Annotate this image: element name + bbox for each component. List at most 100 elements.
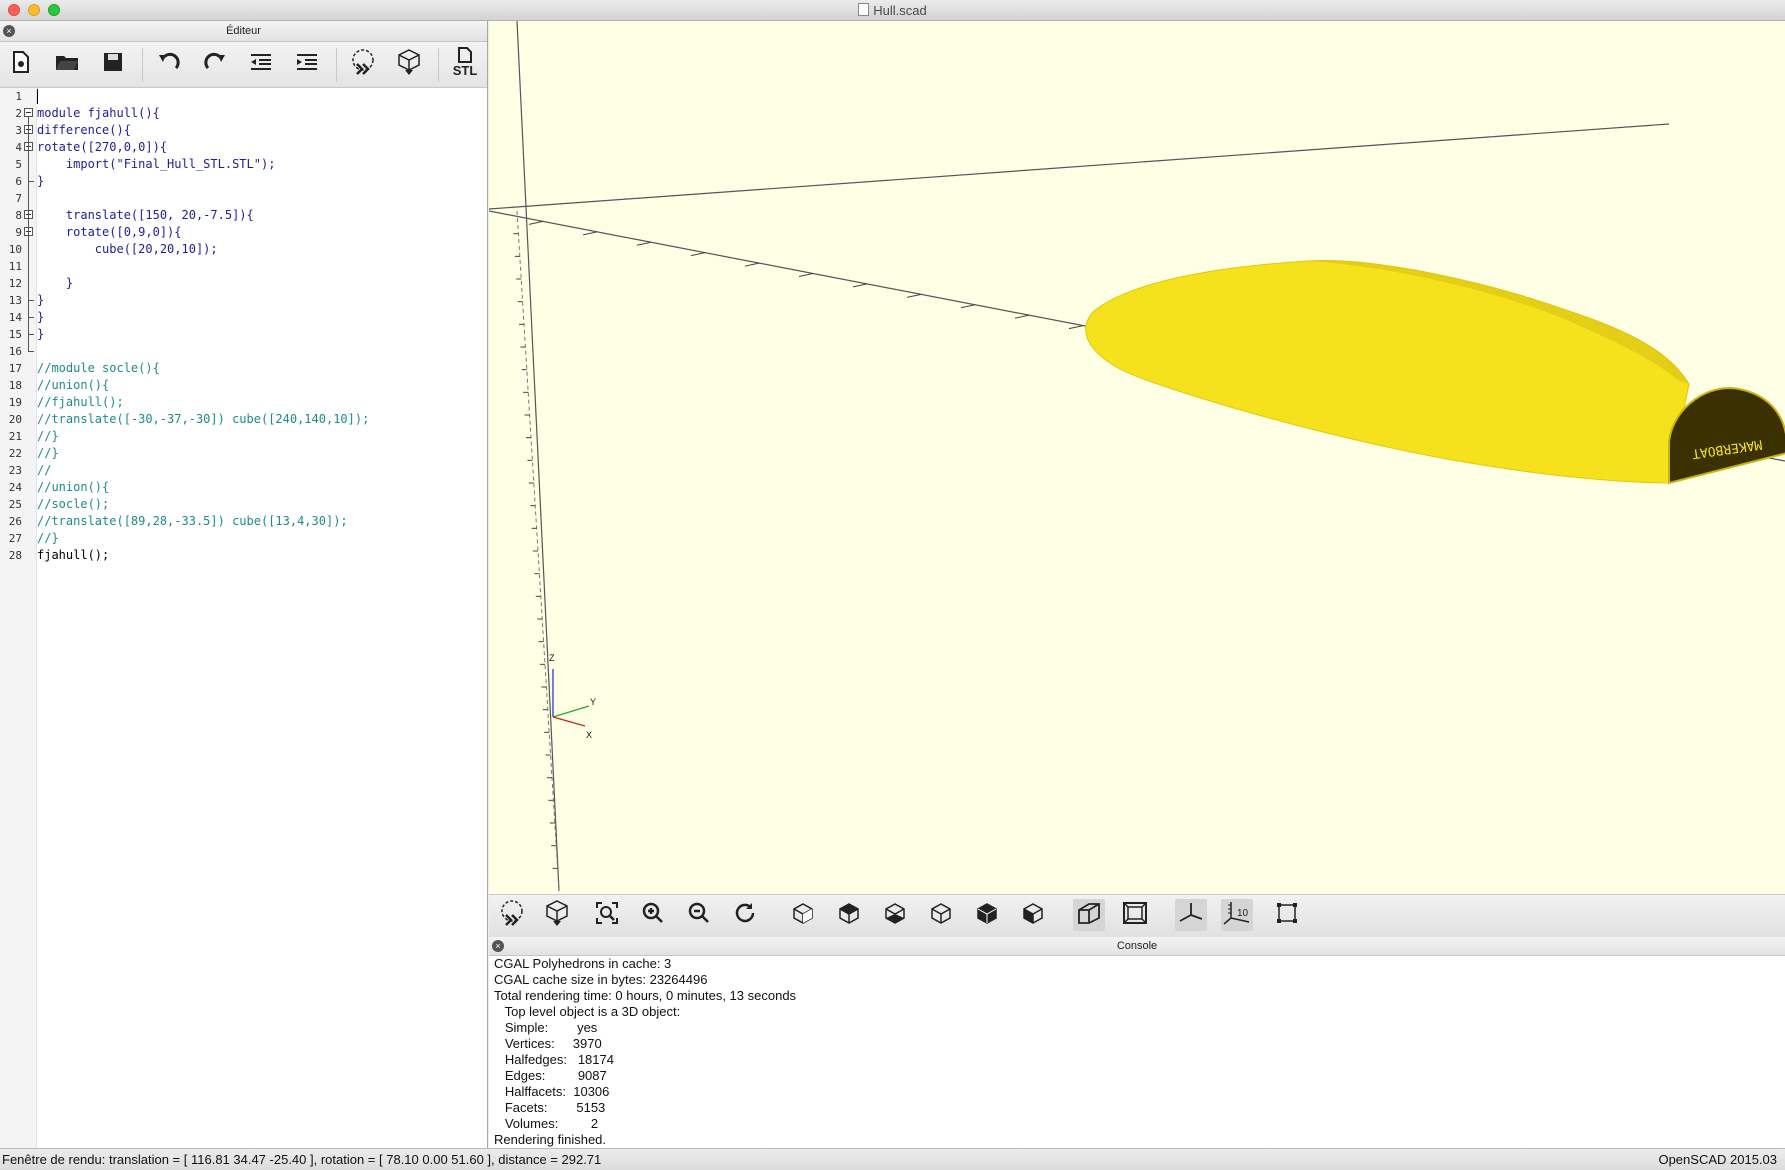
code-line[interactable]: 18 //union(){	[0, 377, 487, 394]
status-bar: Fenêtre de rendu: translation = [ 116.81…	[0, 1148, 1785, 1170]
code-line[interactable]: 16	[0, 343, 487, 360]
fold-toggle-icon[interactable]	[24, 108, 33, 117]
render-button[interactable]	[392, 48, 426, 80]
undo-icon	[156, 52, 182, 77]
show-edges-button[interactable]	[1271, 899, 1303, 931]
zoom-out-button[interactable]	[683, 899, 715, 931]
line-number: 27	[8, 532, 22, 545]
view-all-button[interactable]	[591, 899, 623, 931]
show-scale-markers-icon: 10	[1223, 900, 1251, 931]
save-button[interactable]	[96, 48, 130, 80]
x-axis-tick	[636, 241, 652, 246]
code-line[interactable]: 9 rotate([0,9,0]){	[0, 224, 487, 241]
code-line[interactable]: 15}	[0, 326, 487, 343]
code-text: }	[37, 310, 45, 324]
console-line: Volumes: 2	[494, 1116, 599, 1131]
code-line[interactable]: 25 //socle();	[0, 496, 487, 513]
new-file-button[interactable]	[4, 48, 38, 80]
open-file-button[interactable]	[50, 48, 84, 80]
console-output[interactable]: CGAL Polyhedrons in cache: 3 CGAL cache s…	[494, 956, 1785, 1148]
render-button[interactable]	[541, 899, 573, 931]
code-line[interactable]: 2 module fjahull(){	[0, 105, 487, 122]
gizmo-y-axis	[552, 705, 590, 718]
close-icon[interactable]: ×	[3, 25, 15, 37]
code-line[interactable]: 10 cube([20,20,10]);	[0, 241, 487, 258]
x-axis-tick	[1014, 314, 1030, 319]
code-text: translate([150, 20,-7.5]){	[37, 208, 254, 222]
console-title-text: Console	[1116, 940, 1158, 952]
console-line: CGAL Polyhedrons in cache: 3	[494, 956, 672, 971]
code-line[interactable]: 26 //translate([89,28,-33.5]) cube([13,4,…	[0, 513, 487, 530]
editor-panel-title: × Éditeur	[0, 21, 487, 42]
perspective-icon	[1076, 901, 1102, 930]
code-text: //translate([89,28,-33.5]) cube([13,4,30…	[37, 514, 348, 528]
reset-view-button[interactable]	[729, 899, 761, 931]
show-axes-button[interactable]	[1175, 899, 1207, 931]
render-viewport[interactable]: MAKERBOAT Z Y X	[489, 21, 1785, 894]
code-line[interactable]: 8 translate([150, 20,-7.5]){	[0, 207, 487, 224]
code-line[interactable]: 4 rotate([270,0,0]){	[0, 139, 487, 156]
code-line[interactable]: 6}	[0, 173, 487, 190]
redo-button[interactable]	[198, 48, 232, 80]
line-number: 7	[15, 192, 22, 205]
svg-text:10: 10	[1237, 908, 1249, 919]
zoom-in-icon	[641, 901, 665, 930]
fold-guide	[28, 117, 29, 351]
code-line[interactable]: 28 fjahull();	[0, 547, 487, 564]
document-icon	[858, 3, 870, 16]
save-icon	[102, 51, 124, 78]
console-line: Top level object is a 3D object:	[494, 1004, 681, 1019]
view-bottom-button[interactable]	[879, 899, 911, 931]
code-line[interactable]: 5 import("Final_Hull_STL.STL");	[0, 156, 487, 173]
code-text: //module socle(){	[37, 361, 160, 375]
line-number: 1	[15, 90, 22, 103]
code-line[interactable]: 7	[0, 190, 487, 207]
code-line[interactable]: 22 //}	[0, 445, 487, 462]
view-front-button[interactable]	[971, 899, 1003, 931]
code-text: }	[37, 293, 45, 307]
show-scale-markers-button[interactable]: 10	[1221, 899, 1253, 931]
preview-button[interactable]	[496, 899, 528, 931]
code-line[interactable]: 19 //fjahull();	[0, 394, 487, 411]
code-line[interactable]: 3 difference(){	[0, 122, 487, 139]
viewport-canvas[interactable]: MAKERBOAT Z Y X	[489, 21, 1785, 894]
view-right-button[interactable]	[787, 899, 819, 931]
undo-button[interactable]	[152, 48, 186, 80]
view-back-button[interactable]	[1017, 899, 1049, 931]
code-line[interactable]: 11	[0, 258, 487, 275]
code-line[interactable]: 24 //union(){	[0, 479, 487, 496]
line-number: 3	[15, 124, 22, 137]
code-editor[interactable]: 1 2 module fjahull(){3 difference(){4 rotate…	[0, 88, 487, 1148]
window-title-text: Hull.scad	[873, 3, 927, 18]
orthogonal-button[interactable]	[1119, 899, 1151, 931]
code-line[interactable]: 17 //module socle(){	[0, 360, 487, 377]
code-line[interactable]: 13}	[0, 292, 487, 309]
code-text: //}	[37, 446, 59, 460]
zoom-in-button[interactable]	[637, 899, 669, 931]
perspective-button[interactable]	[1073, 899, 1105, 931]
indent-button[interactable]	[290, 48, 324, 80]
code-line[interactable]: 14}	[0, 309, 487, 326]
code-line[interactable]: 1	[0, 88, 487, 105]
code-text: fjahull();	[37, 548, 110, 562]
open-file-icon	[54, 51, 80, 78]
view-top-button[interactable]	[833, 899, 865, 931]
code-line[interactable]: 21 //}	[0, 428, 487, 445]
unindent-button[interactable]	[244, 48, 278, 80]
view-front-icon	[975, 901, 999, 930]
view-left-button[interactable]	[925, 899, 957, 931]
console-panel-title: × Console	[489, 937, 1785, 956]
status-version: OpenSCAD 2015.03	[1658, 1152, 1777, 1167]
code-line[interactable]: 27 //}	[0, 530, 487, 547]
export-stl-button[interactable]: STL	[448, 46, 482, 80]
close-icon[interactable]: ×	[492, 940, 504, 952]
code-line[interactable]: 20 //translate([-30,-37,-30]) cube([240,1…	[0, 411, 487, 428]
preview-icon	[349, 48, 377, 81]
code-line[interactable]: 23 //	[0, 462, 487, 479]
view-top-icon	[837, 901, 861, 930]
toolbar-separator	[336, 48, 337, 82]
console-line: Halffacets: 10306	[494, 1084, 610, 1099]
show-axes-icon	[1178, 901, 1204, 930]
preview-button[interactable]	[346, 48, 380, 80]
code-line[interactable]: 12 }	[0, 275, 487, 292]
